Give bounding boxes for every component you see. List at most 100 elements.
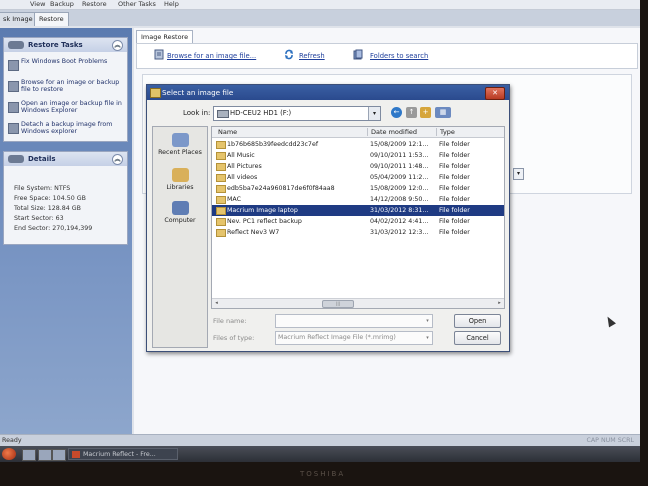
look-in-combo[interactable]: HD-CEU2 HD1 (F:) ▾ — [213, 106, 381, 121]
file-name-cell: Macrium Image laptop — [227, 207, 298, 214]
folder-icon — [216, 207, 226, 215]
chevron-down-icon[interactable]: ▾ — [368, 107, 380, 120]
browse-image-link[interactable]: Browse for an image file... — [167, 52, 256, 60]
file-type-cell: File folder — [439, 196, 470, 203]
task-label: Detach a backup image from Windows explo… — [21, 121, 113, 135]
files-of-type-select[interactable]: Macrium Reflect Image File (*.mrimg) ▾ — [275, 331, 433, 345]
status-text: Ready — [2, 437, 22, 444]
file-type-cell: File folder — [439, 152, 470, 159]
scroll-left-icon[interactable]: ◂ — [212, 299, 221, 308]
start-button[interactable] — [2, 448, 16, 460]
task-detach-image[interactable]: Detach a backup image from Windows explo… — [4, 121, 127, 142]
browse-file-icon — [8, 81, 19, 92]
new-folder-icon[interactable]: + — [420, 107, 431, 118]
detail-end-sector: End Sector: 270,194,399 — [14, 225, 93, 232]
browse-image-icon — [154, 49, 164, 60]
task-open-in-explorer[interactable]: Open an image or backup file in Windows … — [4, 100, 127, 121]
file-row[interactable]: All videos 05/04/2009 11:2... File folder — [212, 172, 504, 183]
back-icon[interactable]: ← — [391, 107, 402, 118]
restore-tasks-panel: Restore Tasks ︽ Fix Windows Boot Problem… — [3, 37, 128, 142]
quicklaunch-icon[interactable] — [38, 449, 52, 461]
place-libraries[interactable]: Libraries — [153, 168, 207, 191]
recent-places-icon — [171, 133, 189, 147]
taskbar-item-label: Macrium Reflect - Fre... — [83, 451, 156, 458]
file-row[interactable]: 1b76b685b39feedcdd23c7ef 15/08/2009 12:1.… — [212, 139, 504, 150]
open-button[interactable]: Open — [454, 314, 501, 328]
collapse-up-icon[interactable]: ︽ — [112, 40, 123, 51]
tab-disk-image[interactable]: sk Image — [0, 12, 38, 26]
column-type[interactable]: Type — [440, 127, 455, 137]
file-name-cell: 1b76b685b39feedcdd23c7ef — [227, 141, 319, 148]
file-row[interactable]: edb5ba7e24a960817de6f0f84aa8 15/08/2009 1… — [212, 183, 504, 194]
file-row[interactable]: All Pictures 09/10/2011 1:48... File folde… — [212, 161, 504, 172]
folder-icon — [216, 163, 226, 171]
file-name-label: File name: — [213, 317, 247, 325]
menu-restore[interactable]: Restore — [82, 0, 107, 8]
chevron-down-icon[interactable]: ▾ — [423, 315, 432, 327]
view-menu-icon[interactable]: ▦ — [435, 107, 451, 118]
file-type-cell: File folder — [439, 174, 470, 181]
restore-tasks-icon — [8, 41, 24, 49]
macrium-icon — [72, 451, 80, 458]
file-date-cell: 14/12/2008 9:50... — [370, 196, 429, 203]
file-name-cell: All videos — [227, 174, 258, 181]
computer-icon — [171, 201, 189, 215]
file-list-header: Name Date modified Type — [212, 127, 504, 138]
task-pane: Restore Tasks ︽ Fix Windows Boot Problem… — [0, 28, 132, 434]
menu-view[interactable]: View — [30, 0, 45, 8]
drive-icon — [217, 110, 229, 118]
file-type-cell: File folder — [439, 207, 470, 214]
place-computer[interactable]: Computer — [153, 201, 207, 224]
file-row[interactable]: MAC 14/12/2008 9:50... File folder — [212, 194, 504, 205]
file-name-cell: Nev. PC1 reflect backup — [227, 218, 302, 225]
file-name-cell: All Pictures — [227, 163, 262, 170]
place-recent[interactable]: Recent Places — [153, 133, 207, 156]
file-row[interactable]: All Music 09/10/2011 1:53... File folder — [212, 150, 504, 161]
task-label: Browse for an image or backup file to re… — [21, 79, 120, 93]
places-bar: Recent Places Libraries Computer — [152, 126, 208, 348]
tab-image-restore[interactable]: Image Restore — [136, 30, 194, 43]
up-folder-icon[interactable]: ↑ — [406, 107, 417, 118]
folder-icon — [216, 229, 226, 237]
file-type-cell: File folder — [439, 141, 470, 148]
quicklaunch-icon[interactable] — [52, 449, 66, 461]
select-image-dialog: Select an image file ✕ Look in: HD-CEU2 … — [146, 84, 510, 352]
cancel-button[interactable]: Cancel — [454, 331, 501, 345]
dialog-titlebar[interactable]: Select an image file ✕ — [147, 85, 509, 100]
file-list: Name Date modified Type 1b76b685b39feedc… — [211, 126, 505, 309]
file-row[interactable]: Nev. PC1 reflect backup 04/02/2012 4:41..… — [212, 216, 504, 227]
dropdown-arrow-icon[interactable]: ▾ — [513, 168, 524, 180]
task-browse-image[interactable]: Browse for an image or backup file to re… — [4, 79, 127, 100]
folder-icon — [216, 174, 226, 182]
horizontal-scrollbar[interactable]: ◂ ||| ▸ — [212, 298, 504, 308]
file-date-cell: 09/10/2011 1:53... — [370, 152, 429, 159]
tab-restore[interactable]: Restore — [34, 12, 69, 26]
task-fix-boot[interactable]: Fix Windows Boot Problems — [4, 58, 127, 79]
taskbar-item-macrium[interactable]: Macrium Reflect - Fre... — [68, 448, 178, 460]
desktop-screen: View Backup Restore Other Tasks Help sk … — [0, 0, 640, 462]
folders-to-search-link[interactable]: Folders to search — [370, 52, 428, 60]
menu-other-tasks[interactable]: Other Tasks — [118, 0, 156, 8]
chevron-down-icon[interactable]: ▾ — [423, 332, 432, 344]
scroll-right-icon[interactable]: ▸ — [495, 299, 504, 308]
scroll-thumb[interactable]: ||| — [322, 300, 354, 308]
menu-help[interactable]: Help — [164, 0, 179, 8]
file-name-input[interactable]: ▾ — [275, 314, 433, 328]
menu-bar: View Backup Restore Other Tasks Help — [0, 0, 640, 10]
menu-backup[interactable]: Backup — [50, 0, 74, 8]
refresh-link[interactable]: Refresh — [299, 52, 325, 60]
column-separator[interactable] — [367, 128, 368, 136]
column-date[interactable]: Date modified — [371, 127, 417, 137]
column-separator[interactable] — [436, 128, 437, 136]
quicklaunch-icon[interactable] — [22, 449, 36, 461]
file-row[interactable]: Macrium Image laptop 31/03/2012 8:31... Fi… — [212, 205, 504, 216]
folder-icon — [216, 141, 226, 149]
status-indicators: CAP NUM SCRL — [586, 437, 634, 444]
file-name-cell: edb5ba7e24a960817de6f0f84aa8 — [227, 185, 335, 192]
column-name[interactable]: Name — [218, 127, 237, 137]
file-row[interactable]: Reflect Nev3 W7 31/03/2012 12:3... File fo… — [212, 227, 504, 238]
close-button[interactable]: ✕ — [485, 87, 505, 100]
details-title: Details — [28, 155, 56, 163]
file-date-cell: 04/02/2012 4:41... — [370, 218, 429, 225]
collapse-up-icon[interactable]: ︽ — [112, 154, 123, 165]
